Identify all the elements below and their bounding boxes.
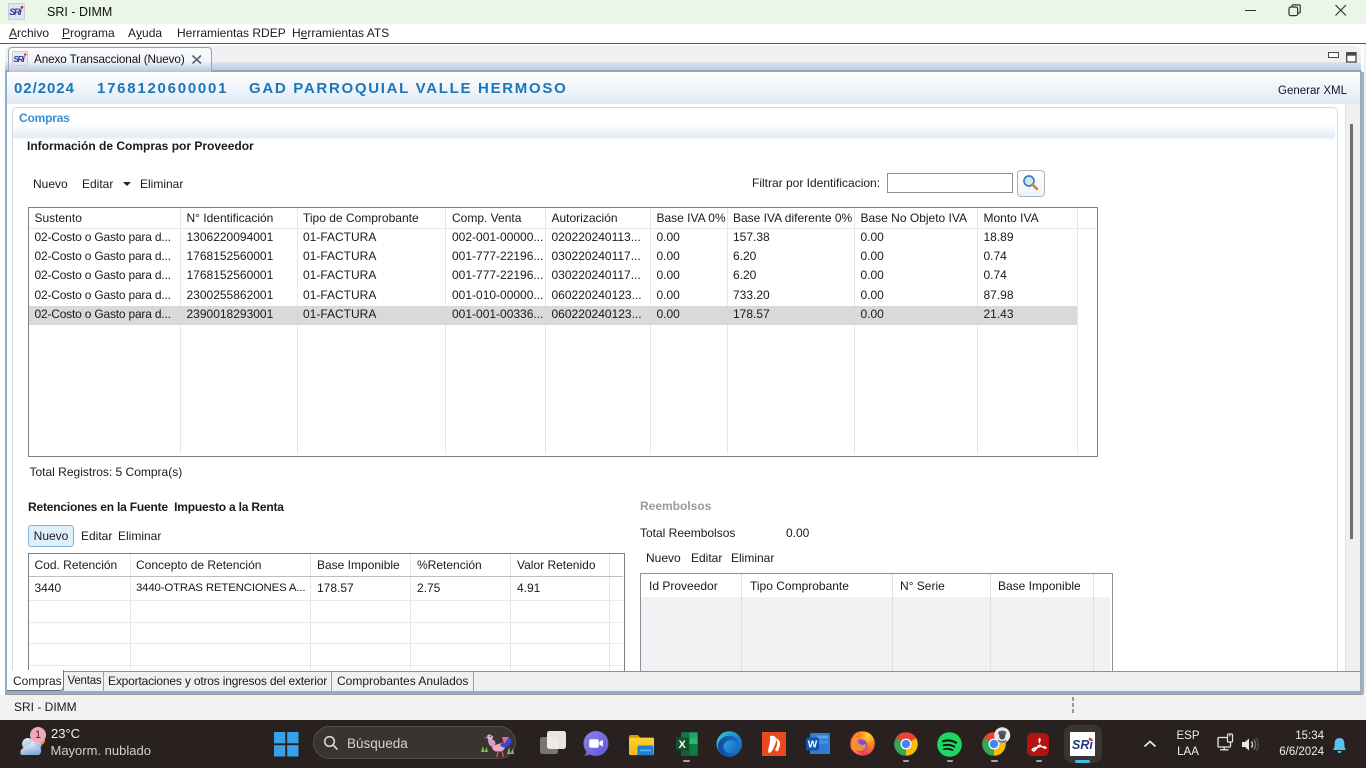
svg-text:X: X xyxy=(679,738,687,750)
svg-text:W: W xyxy=(808,740,818,751)
svg-text:SRi: SRi xyxy=(9,7,22,17)
svg-text:SRi: SRi xyxy=(13,54,25,64)
